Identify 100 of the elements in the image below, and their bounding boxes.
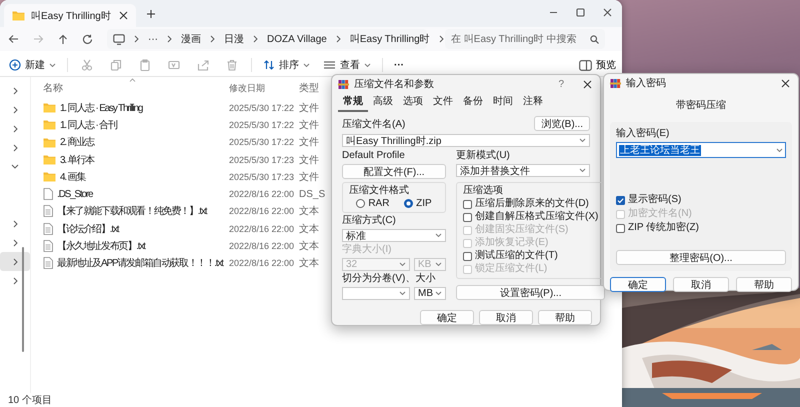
column-header[interactable]: 类型 — [299, 81, 319, 95]
chevron-right-icon — [438, 35, 444, 43]
radio-button[interactable] — [404, 199, 414, 208]
breadcrumb[interactable]: 日漫 — [224, 32, 244, 46]
file-name[interactable]: 2. 商业志 — [60, 135, 94, 150]
password-field[interactable]: 上老王论坛当老王 — [616, 142, 786, 158]
nav-tree-toggle[interactable] — [0, 252, 30, 271]
checkbox[interactable] — [463, 252, 472, 260]
more-button[interactable]: ··· — [389, 58, 409, 72]
dialog-tab[interactable]: 高级 — [368, 93, 398, 112]
breadcrumb[interactable]: DOZA Village — [267, 34, 327, 44]
lines-icon — [323, 59, 336, 71]
close-icon[interactable] — [119, 11, 128, 20]
dialog-button[interactable]: 取消 — [479, 310, 533, 325]
checkbox[interactable] — [463, 212, 472, 222]
chevron-right-icon — [210, 35, 215, 43]
type-cell-text: 文件 — [299, 118, 319, 132]
dialog-button[interactable]: 帮助 — [736, 277, 792, 292]
field-label: 更新模式(U) — [456, 150, 511, 162]
file-name[interactable]: 【论坛介绍】.txt — [57, 222, 118, 236]
sort-button[interactable]: 排序 — [258, 58, 315, 72]
checkbox-label[interactable]: 测试压缩的文件(T) — [475, 250, 558, 262]
checkbox-label[interactable]: 创建自解压格式压缩文件(X) — [475, 211, 598, 223]
checkbox-label[interactable]: 压缩后删除原来的文件(D) — [475, 198, 589, 210]
set-password-button[interactable]: 设置密码(P)... — [456, 285, 606, 300]
column-header[interactable]: 修改日期 — [229, 82, 299, 94]
dialog-tab[interactable]: 文件 — [428, 93, 458, 112]
dialog-button[interactable]: 帮助 — [538, 310, 592, 325]
close-icon — [603, 8, 612, 17]
chevron-right-icon — [253, 35, 258, 43]
search-field[interactable]: 在 叫Easy Thrilling时 中搜索 — [445, 29, 605, 49]
dialog-button[interactable]: 确定 — [420, 310, 474, 325]
column-header[interactable]: 名称 — [35, 81, 229, 95]
organize-passwords-button[interactable]: 整理密码(O)... — [616, 250, 786, 265]
breadcrumb[interactable]: 漫画 — [181, 32, 201, 46]
chevron-right-icon — [12, 276, 18, 284]
radio-label[interactable]: ZIP — [416, 198, 432, 209]
scrollbar[interactable] — [22, 247, 24, 352]
file-name[interactable]: 1. 同人志 · Easy Thrilling — [60, 100, 142, 115]
update-mode-dropdown[interactable]: 添加并替换文件 — [456, 164, 590, 177]
close-icon[interactable] — [583, 80, 592, 88]
volume-size-dropdown[interactable] — [342, 287, 410, 300]
new-button[interactable]: 新建 — [4, 58, 61, 72]
refresh-icon — [82, 34, 93, 44]
dialog-button[interactable]: 确定 — [610, 277, 666, 292]
radio-button[interactable] — [356, 199, 366, 208]
file-name[interactable]: 【来了就能下载和观看！纯免费！】.txt — [57, 204, 206, 218]
help-mark[interactable]: ? — [558, 78, 564, 90]
dialog-button[interactable]: 取消 — [673, 277, 729, 292]
date-cell-text: 2025/5/30 17:23 — [229, 154, 296, 165]
file-name[interactable]: .DS_Store — [57, 188, 92, 200]
overflow-breadcrumb[interactable]: ··· — [148, 34, 158, 44]
checkbox[interactable] — [616, 196, 625, 204]
dialog-tab[interactable]: 备份 — [458, 93, 488, 112]
new-tab-icon[interactable] — [146, 8, 156, 18]
chevron-right-icon — [12, 238, 18, 246]
dialog-tab[interactable]: 时间 — [488, 93, 518, 112]
group-label: 压缩文件格式 — [349, 185, 410, 197]
file-name[interactable]: 【永久地址发布页】.txt — [57, 239, 145, 254]
breadcrumb[interactable]: 叫Easy Thrilling时 — [350, 32, 430, 46]
date-cell-text: 2025/5/30 17:22 — [229, 102, 296, 113]
dialog-tab[interactable]: 选项 — [398, 93, 428, 112]
back-arrow-icon — [8, 34, 19, 44]
chevron-right-icon — [12, 86, 18, 94]
file-name[interactable]: 4. 画集 — [60, 170, 86, 184]
type-cell-text: 文本 — [299, 256, 319, 270]
caret-icon — [435, 262, 442, 267]
checkbox[interactable] — [616, 224, 625, 232]
dialog-tab[interactable]: 常规 — [338, 93, 368, 112]
caret-icon — [776, 148, 783, 152]
checkbox-label[interactable]: ZIP 传统加密(Z) — [628, 222, 699, 234]
dialog-title: 压缩文件名和参数 — [354, 78, 435, 91]
preview-button[interactable]: 预览 — [577, 58, 618, 72]
folder-icon — [12, 10, 25, 21]
caret-icon — [579, 138, 586, 143]
radio-label[interactable]: RAR — [368, 198, 390, 209]
share-icon — [197, 59, 209, 71]
folder-icon — [43, 171, 56, 182]
unit-dropdown[interactable]: MB — [414, 287, 446, 300]
dialog-title: 输入密码 — [626, 76, 667, 90]
checkbox[interactable] — [463, 200, 472, 208]
profile-button[interactable]: 配置文件(F)... — [342, 164, 446, 179]
caret-icon — [435, 291, 442, 296]
text-document-icon — [43, 240, 53, 252]
view-button[interactable]: 查看 — [318, 58, 376, 72]
browse-button[interactable]: 浏览(B)... — [534, 116, 590, 131]
field-label: 压缩方式(C) — [342, 215, 397, 227]
type-cell-text: 文件 — [299, 102, 319, 115]
scissors-icon — [81, 59, 93, 71]
books-icon — [338, 78, 349, 90]
chevron-right-icon — [12, 258, 18, 266]
file-name[interactable]: 最新地址及APP请发邮箱自动获取！！！.txt — [57, 256, 223, 270]
close-icon[interactable] — [781, 78, 790, 88]
archive-name-field[interactable]: 叫Easy Thrilling时.zip — [342, 134, 590, 147]
chevron-right-icon — [336, 35, 341, 43]
file-name[interactable]: 1. 同人志 · 合刊 — [60, 118, 117, 132]
dialog-tab[interactable]: 注释 — [518, 93, 548, 112]
method-dropdown[interactable]: 标准 — [342, 229, 446, 242]
checkbox-label[interactable]: 显示密码(S) — [628, 194, 682, 206]
file-name[interactable]: 3. 单行本 — [60, 152, 94, 167]
